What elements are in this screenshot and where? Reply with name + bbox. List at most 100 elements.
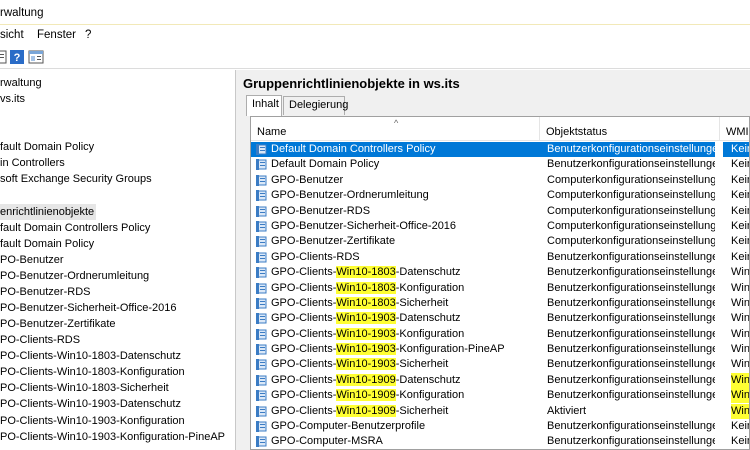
tree-node[interactable]: rwaltung xyxy=(0,75,42,91)
page-title: Gruppenrichtlinienobjekte in ws.its xyxy=(243,76,460,91)
list-rows: Default Domain Controllers Policy Benutze… xyxy=(251,142,750,449)
table-row[interactable]: GPO-Benutzer-Zertifikate Computerkonfigur… xyxy=(251,234,749,249)
table-row[interactable]: GPO-Benutzer-Ordnerumleitung Computerkonf… xyxy=(251,188,749,203)
table-row[interactable]: GPO-Benutzer Computerkonfigurationseinste… xyxy=(251,173,749,188)
gpo-status: Benutzerkonfigurationseinstellungen d... xyxy=(547,143,723,155)
tree-node[interactable]: fault Domain Policy xyxy=(0,139,94,155)
gpo-status: Computerkonfigurationseinstellungen d... xyxy=(547,204,723,217)
gpo-name-suffix: -Konfiguration xyxy=(395,327,465,340)
tree-node[interactable]: PO-Benutzer xyxy=(0,252,64,268)
table-row[interactable]: GPO-Clients-RDS Benutzerkonfigurationsein… xyxy=(251,250,749,265)
tree-node[interactable]: soft Exchange Security Groups xyxy=(0,171,152,187)
gpo-name-suffix: -Konfiguration-PineAP xyxy=(395,343,505,356)
menu-item-fenster[interactable]: Fenster xyxy=(37,29,76,41)
table-row[interactable]: GPO-Clients-Win10-1909-Sicherheit Aktivie… xyxy=(251,403,749,419)
gpo-wmi-filter: Wind xyxy=(731,358,750,371)
gpo-status: Benutzerkonfigurationseinstellungen d... xyxy=(547,250,723,263)
column-header-objektstatus[interactable]: Objektstatus xyxy=(540,117,720,141)
table-row[interactable]: GPO-Clients-Win10-1909-Konfiguration Benu… xyxy=(251,388,749,404)
gpo-name: GPO-Clients-Win10-1909-Datenschutz xyxy=(271,373,543,388)
gpo-name: GPO-Clients-Win10-1903-Konfiguration-Pin… xyxy=(271,342,543,357)
list-header: ^ Name Objektstatus WMI xyxy=(251,117,749,141)
gpo-scroll-icon xyxy=(256,421,268,433)
gpo-name-highlight: Win10-1909 xyxy=(336,373,396,386)
tree-node[interactable]: PO-Benutzer-Zertifikate xyxy=(0,316,116,332)
gpo-name: GPO-Benutzer-Zertifikate xyxy=(271,234,543,249)
tab-inhalt[interactable]: Inhalt xyxy=(246,95,282,116)
table-row[interactable]: Default Domain Policy Benutzerkonfigurati… xyxy=(251,157,749,172)
vertical-scrollbar[interactable] xyxy=(715,142,723,449)
table-row[interactable]: Default Domain Controllers Policy Benutze… xyxy=(251,142,749,158)
tree-node[interactable]: PO-Clients-Win10-1803-Sicherheit xyxy=(0,380,169,396)
gpo-wmi-filter: Keine xyxy=(731,204,749,217)
tree-node[interactable]: PO-Clients-Win10-1803-Konfiguration xyxy=(0,364,185,380)
properties-icon[interactable] xyxy=(0,49,8,65)
tree-node[interactable]: fault Domain Controllers Policy xyxy=(0,220,150,236)
table-row[interactable]: GPO-Clients-Win10-1803-Konfiguration Benu… xyxy=(251,281,749,296)
gpo-name-prefix: GPO-Clients- xyxy=(271,373,337,386)
tab-delegierung[interactable]: Delegierung xyxy=(283,96,348,115)
gpo-status: Benutzerkonfigurationseinstellungen d... xyxy=(547,358,723,371)
table-row[interactable]: GPO-Clients-Win10-1903-Datenschutz Benutz… xyxy=(251,311,749,326)
tree-node[interactable]: PO-Benutzer-RDS xyxy=(0,284,90,300)
window-title: rwaltung xyxy=(0,7,44,19)
tree-node[interactable]: vs.its xyxy=(0,91,25,107)
gpo-status: Benutzerkonfigurationseinstellungen d... xyxy=(547,296,723,309)
gpo-wmi-filter: Keine xyxy=(731,435,749,448)
tree-node-gruppenrichtlinienobjekte[interactable]: enrichtlinienobjekte xyxy=(0,204,96,220)
gpo-wmi-filter: Wind xyxy=(731,403,749,419)
gpo-status: Aktiviert xyxy=(547,404,587,417)
help-icon[interactable]: ? xyxy=(9,49,25,65)
menu-item-help[interactable]: ? xyxy=(85,29,91,41)
column-header-name[interactable]: Name xyxy=(251,117,540,141)
gpo-wmi-filter: Keine xyxy=(731,420,749,433)
table-row[interactable]: GPO-Computer-Benutzerprofile Benutzerkonf… xyxy=(251,419,749,434)
tree-node[interactable]: PO-Benutzer-Sicherheit-Office-2016 xyxy=(0,300,177,316)
gpo-name: GPO-Clients-Win10-1903-Sicherheit xyxy=(271,357,543,372)
table-row[interactable]: GPO-Computer-MSRA Benutzerkonfigurationse… xyxy=(251,434,749,449)
gpo-name-suffix: -Sicherheit xyxy=(395,358,449,371)
menu-item-ansicht[interactable]: sicht xyxy=(0,29,24,41)
gpo-name-prefix: GPO-Clients- xyxy=(271,389,337,402)
tree-node[interactable]: PO-Clients-RDS xyxy=(0,332,80,348)
toolbar: ? xyxy=(0,45,750,69)
gpo-status: Benutzerkonfigurationseinstellungen d... xyxy=(547,435,723,448)
tree-node[interactable]: PO-Clients-Win10-1803-Datenschutz xyxy=(0,348,181,364)
gpo-scroll-icon xyxy=(256,267,268,279)
gpo-scroll-icon xyxy=(256,405,268,417)
gpo-name-suffix: -Konfiguration xyxy=(395,389,465,402)
table-row[interactable]: GPO-Clients-Win10-1903-Konfiguration Benu… xyxy=(251,327,749,342)
table-row[interactable]: GPO-Benutzer-RDS Computerkonfigurationsei… xyxy=(251,204,749,219)
tree-node[interactable]: PO-Benutzer-Ordnerumleitung xyxy=(0,268,149,284)
gpo-name-suffix: -Datenschutz xyxy=(395,312,461,325)
tree-node[interactable]: in Controllers xyxy=(0,155,65,171)
table-row[interactable]: GPO-Clients-Win10-1803-Sicherheit Benutze… xyxy=(251,296,750,311)
gpo-wmi-filter: Wind xyxy=(731,266,750,279)
tree-node[interactable]: PO-Clients-Win10-1903-Datenschutz xyxy=(0,396,181,412)
gpo-status: Benutzerkonfigurationseinstellungen d... xyxy=(547,420,723,433)
svg-text:?: ? xyxy=(14,52,21,64)
gpo-wmi-filter: Wind xyxy=(731,296,750,309)
console-tree: rwaltung vs.its fault Domain Policy in C… xyxy=(0,70,236,450)
tree-node[interactable]: PO-Clients-Win10-1903-Konfiguration-Pine… xyxy=(0,429,225,445)
table-row[interactable]: GPO-Clients-Win10-1903-Sicherheit Benutze… xyxy=(251,357,750,372)
gpo-status: Benutzerkonfigurationseinstellungen d... xyxy=(547,327,723,340)
table-row[interactable]: GPO-Clients-Win10-1803-Datenschutz Benutz… xyxy=(251,265,750,280)
tree-node[interactable]: PO-Clients-Win10-1903-Konfiguration xyxy=(0,413,185,429)
gpo-list: ^ Name Objektstatus WMI Default Domain C… xyxy=(250,116,750,450)
table-row[interactable]: GPO-Benutzer-Sicherheit-Office-2016 Compu… xyxy=(251,219,749,234)
gpo-name-highlight: Win10-1909 xyxy=(336,404,396,417)
gpo-name-prefix: GPO-Benutzer-Zertifikate xyxy=(271,235,396,248)
table-row[interactable]: GPO-Clients-Win10-1909-Datenschutz Benutz… xyxy=(251,372,749,388)
tree-node[interactable]: fault Domain Policy xyxy=(0,236,94,252)
table-row[interactable]: GPO-Clients-Win10-1903-Konfiguration-Pin… xyxy=(251,342,749,357)
gpo-name-prefix: GPO-Benutzer-Ordnerumleitung xyxy=(271,189,429,202)
gpo-name: GPO-Benutzer-RDS xyxy=(271,204,543,219)
gpo-name-highlight: Win10-1803 xyxy=(336,296,396,309)
column-header-wmi[interactable]: WMI xyxy=(720,117,749,141)
gpo-scroll-icon xyxy=(256,220,268,232)
gpo-wmi-filter: Keine xyxy=(731,235,749,248)
scrollbar-thumb[interactable] xyxy=(715,142,723,449)
gpo-name: GPO-Computer-MSRA xyxy=(271,434,543,449)
show-pane-icon[interactable] xyxy=(28,49,44,65)
